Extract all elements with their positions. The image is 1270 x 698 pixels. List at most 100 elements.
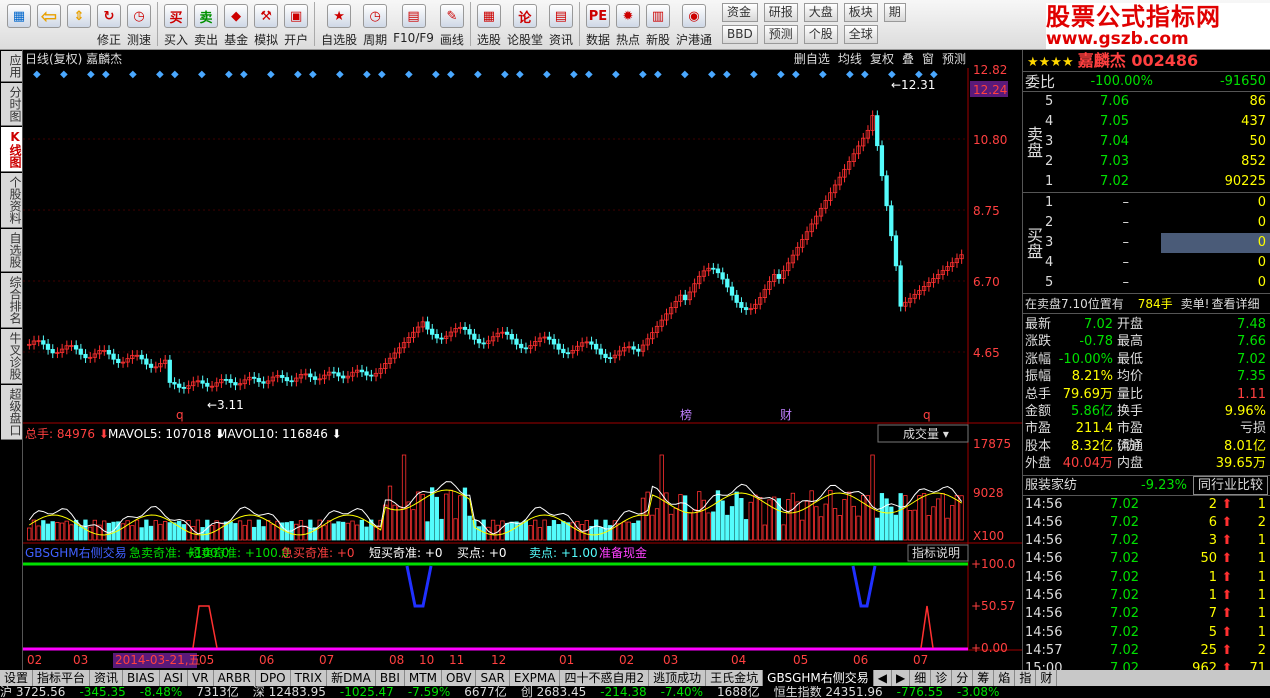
left-tab-4[interactable]: 自选股 (1, 229, 22, 272)
indicator-tab[interactable]: DPO (256, 670, 291, 686)
indicator-tab[interactable]: 指标平台 (33, 670, 91, 686)
candle-body (711, 267, 716, 270)
left-tab-5[interactable]: 综合排名 (1, 273, 22, 328)
tick-time: 14:56 (1025, 606, 1063, 622)
event-diamond-icon: ◆ (792, 69, 800, 80)
kline-chart-area[interactable]: 日线(复权) 嘉麟杰 删自选 均线 复权叠窗预测 12.82 12.24 10.80 8.… (23, 50, 1023, 670)
indicator-tab[interactable]: 诊 (931, 670, 953, 686)
indicator-tab[interactable]: 分 (952, 670, 974, 686)
toolbar-button-6[interactable]: ▣ 开户 (284, 0, 308, 48)
indicator-tab[interactable]: 王氏金坑 (706, 670, 764, 686)
toolbar-button-12[interactable]: 论论股堂 (507, 0, 543, 48)
toolbar-small-button[interactable]: 期 (883, 3, 906, 22)
event-diamond-icon: ◆ (654, 69, 662, 80)
toolbar-button-11[interactable]: ▦ 选股 (476, 0, 501, 48)
indicator-tab[interactable]: 筹 (973, 670, 995, 686)
toolbar-button-2[interactable]: 买买入 (164, 0, 188, 48)
tick-price: 7.02 (1110, 496, 1139, 512)
indicator-tab[interactable]: ASI (160, 670, 189, 686)
indicator-tab[interactable]: SAR (476, 670, 510, 686)
indicator-tab[interactable]: 四十不惑自用2 (560, 670, 650, 686)
indicator-tab[interactable]: 细 (910, 670, 932, 686)
candle-body (308, 373, 313, 378)
window-control[interactable]: ▦ (7, 0, 31, 48)
page-updown-button[interactable]: ⇕ (67, 0, 91, 48)
toolbar-button-15[interactable]: ✹ 热点 (615, 0, 640, 48)
order-detail-link[interactable]: 查看详细 (1211, 294, 1259, 313)
toolbar-button-5[interactable]: ⚒ 模拟 (254, 0, 278, 48)
indicator-tab[interactable]: ▶ (892, 670, 911, 686)
toolbar-small-button[interactable]: BBD (722, 25, 758, 44)
indicator-tab[interactable]: BBI (376, 670, 405, 686)
indicator-tab[interactable]: OBV (442, 670, 477, 686)
volume-bar (275, 520, 280, 541)
candle-body (589, 341, 594, 345)
toolbar-small-button[interactable]: 个股 (803, 25, 838, 44)
volume-bar (683, 495, 688, 541)
toolbar-button-14[interactable]: PE 数据 (585, 0, 610, 48)
toolbar-button-13[interactable]: ▤ 资讯 (548, 0, 573, 48)
candle-body (879, 145, 885, 177)
indicator-tab[interactable]: BIAS (123, 670, 160, 686)
toolbar-button-3[interactable]: 卖卖出 (194, 0, 218, 48)
indicator-tab[interactable]: MTM (405, 670, 442, 686)
indicator-tab[interactable]: 资讯 (90, 670, 124, 686)
indicator-tab[interactable]: 指 (1015, 670, 1037, 686)
industry-compare-button[interactable]: 同行业比较 (1193, 475, 1269, 495)
volume-ma10: MAVOL10: 116846 ⬇ (217, 427, 342, 441)
chart-canvas[interactable]: 12.82 12.24 10.80 8.75 6.70 4.65 ◆ ◆ ◆ ◆ ◆ ◆ ◆ ◆ ◆ ◆ ◆ ◆ ◆… (23, 50, 1023, 670)
weibi-label: 委比 (1025, 73, 1056, 91)
toolbar-small-button[interactable]: 研报 (763, 3, 798, 22)
indicator-tab[interactable]: 设置 (0, 670, 34, 686)
toolbar-button-10[interactable]: ✎ 画线 (439, 0, 464, 48)
toolbar-button-9[interactable]: ▤ F10/F9 (393, 0, 434, 48)
indicator-tab[interactable]: ◀ (874, 670, 892, 686)
indicator-axis-label: +100.0 (971, 557, 1015, 571)
candle-body (111, 353, 116, 360)
indicator-tab[interactable]: 逃顶成功 (649, 670, 707, 686)
tick-count: 1 (1257, 496, 1266, 512)
indicator-tab[interactable]: TRIX (291, 670, 328, 686)
toolbar-small-button[interactable]: 预测 (763, 25, 798, 44)
left-tab-6[interactable]: 牛叉诊股 (1, 329, 22, 384)
indicator-tab[interactable]: ARBR (214, 670, 256, 686)
toolbar-button-16[interactable]: ▥ 新股 (646, 0, 670, 48)
left-tab-1[interactable]: 分时图 (1, 83, 22, 126)
date-axis-label: 07 (319, 653, 334, 667)
event-diamond-icon: ◆ (102, 69, 110, 80)
left-tab-2[interactable]: K线图 (1, 127, 22, 172)
volume-bar (556, 524, 561, 541)
quote-key: 外盘 (1025, 456, 1052, 472)
toolbar-small-button[interactable]: 大盘 (803, 3, 838, 22)
left-tab-7[interactable]: 超级盘口 (1, 385, 22, 440)
quote-value: 8.32亿 (1071, 438, 1113, 454)
candle-body (177, 383, 182, 388)
volume-bar (636, 520, 641, 541)
price-axis-label: 12.24 (973, 83, 1007, 97)
quote-value: 7.02 (1084, 317, 1113, 332)
indicator-tab[interactable]: 新DMA (327, 670, 376, 686)
tick-row: 14:56 7.02 1 ⬆ 1 (1023, 569, 1270, 587)
indicator-tab[interactable]: 焰 (994, 670, 1016, 686)
toolbar-button-0[interactable]: ↻ 修正 (97, 0, 121, 48)
up-arrow-icon: ⬆ (1221, 624, 1233, 640)
toolbar-small-button[interactable]: 板块 (843, 3, 878, 22)
toolbar-small-button[interactable]: 资金 (722, 3, 758, 22)
toolbar-button-17[interactable]: ◉ 沪港通 (676, 0, 712, 48)
book-row: 1 7.02 90225 (1043, 172, 1270, 192)
indicator-tab[interactable]: 财 (1036, 670, 1058, 686)
order-info-line: 在卖盘7.10位置有 784手 卖单! 查看详细 (1023, 294, 1270, 314)
left-tab-3[interactable]: 个股资料 (1, 173, 22, 228)
toolbar-button-8[interactable]: ◷ 周期 (363, 0, 387, 48)
indicator-tab[interactable]: VR (188, 670, 214, 686)
toolbar-button-7[interactable]: ★ 自选股 (321, 0, 357, 48)
toolbar-small-button[interactable]: 全球 (843, 25, 878, 44)
toolbar-button-4[interactable]: ◆ 基金 (224, 0, 248, 48)
back-button[interactable]: ⇦ (37, 0, 61, 48)
left-tab-0[interactable]: 应用 (1, 51, 22, 82)
candle-body (467, 329, 472, 335)
indicator-tab[interactable]: EXPMA (510, 670, 561, 686)
toolbar-button-1[interactable]: ◷ 测速 (127, 0, 151, 48)
indicator-tab[interactable]: GBSGHM右侧交易 (763, 670, 874, 686)
tick-time: 14:56 (1025, 551, 1063, 567)
